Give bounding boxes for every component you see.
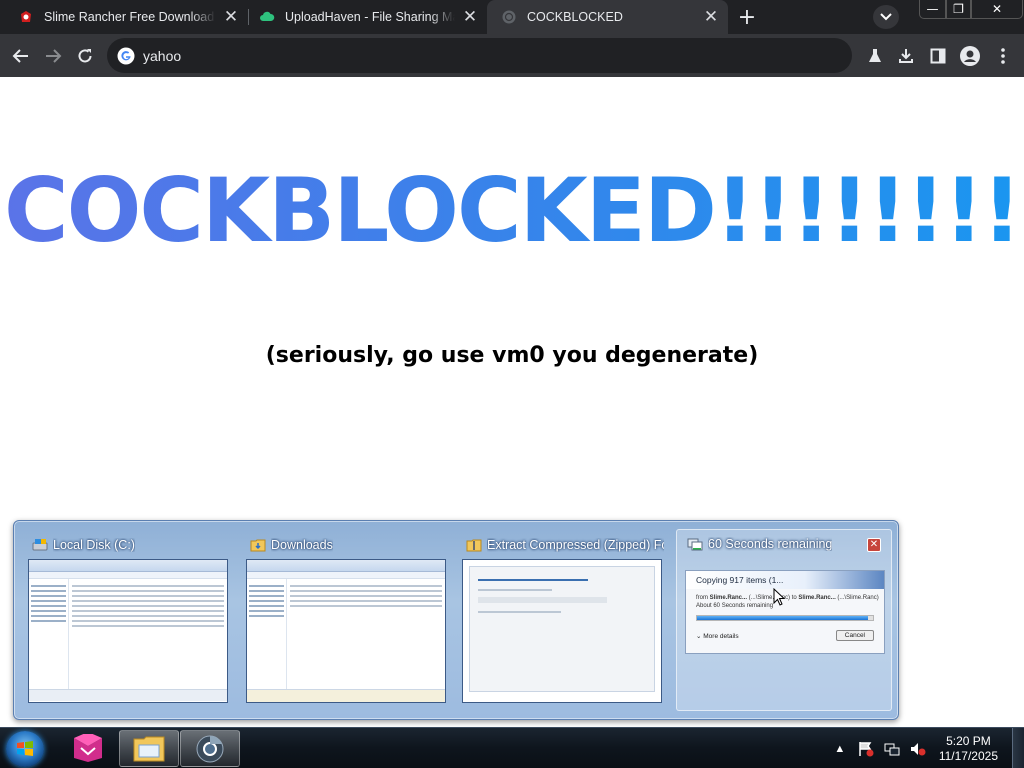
tab-title: COCKBLOCKED: [527, 10, 623, 24]
mouse-cursor-icon: [773, 588, 785, 606]
volume-muted-icon[interactable]: [909, 740, 927, 758]
reload-icon[interactable]: [72, 43, 98, 69]
thumbnail-header: Extract Compressed (Zipped) Fo...: [462, 531, 664, 559]
tab-title: UploadHaven - File Sharing Made: [285, 10, 455, 24]
browser-toolbar: yahoo: [0, 34, 1024, 77]
thumbnail-title: Local Disk (C:): [53, 538, 135, 552]
extract-wizard-preview: [462, 559, 662, 703]
copy-remaining: About 60 Seconds remaining: [696, 603, 774, 609]
copy-dialog-preview: Copying 917 items (1... from Slime.Ranc.…: [685, 570, 885, 654]
tab-title: Slime Rancher Free Download (v: [44, 10, 216, 24]
blocked-headline: COCKBLOCKED!!!!!!!!: [0, 159, 1024, 262]
tab-close-icon[interactable]: ✕: [461, 7, 479, 26]
globe-icon: [502, 10, 516, 24]
thumbnail-close-icon[interactable]: ✕: [867, 538, 881, 552]
action-center-flag-icon[interactable]: [857, 740, 875, 758]
cancel-button[interactable]: Cancel: [835, 630, 874, 641]
labs-flask-icon[interactable]: [862, 43, 888, 69]
copy-progress-fill: [697, 616, 868, 620]
show-hidden-icons-arrow-icon[interactable]: ▲: [831, 740, 849, 758]
drive-icon: [32, 539, 48, 551]
copy-heading: Copying 917 items (1...: [686, 571, 884, 589]
side-panel-icon[interactable]: [925, 43, 951, 69]
tab-slime-rancher[interactable]: Slime Rancher Free Download (v ✕: [4, 0, 248, 34]
network-icon[interactable]: [883, 740, 901, 758]
copy-progress-icon: [687, 538, 703, 551]
minimize-icon[interactable]: —: [919, 0, 946, 19]
copy-from-line: from Slime.Ranc... (...\Slime.Ranc) to S…: [696, 595, 879, 601]
window-controls: — ❐ ✕: [919, 0, 1023, 19]
taskbar-thumbnail-popup: Local Disk (C:) Downloads Extract Compre…: [13, 520, 899, 720]
address-bar[interactable]: yahoo: [107, 38, 852, 73]
more-menu-icon[interactable]: [990, 43, 1016, 69]
green-cloud-icon: [260, 11, 275, 21]
tab-search-chevron-icon[interactable]: [873, 5, 899, 29]
more-details-toggle[interactable]: ⌄ More details: [696, 632, 739, 640]
back-arrow-icon[interactable]: [8, 43, 34, 69]
thumbnail-copy-progress[interactable]: 60 Seconds remaining ✕ Copying 917 items…: [676, 529, 892, 711]
google-g-icon: [117, 47, 135, 64]
explorer-preview: [246, 559, 446, 703]
thumbnail-title: Downloads: [271, 538, 333, 552]
thumbnail-header: 60 Seconds remaining: [683, 530, 885, 558]
new-tab-plus-icon[interactable]: +: [734, 5, 760, 30]
zip-folder-icon: [466, 539, 482, 552]
download-icon[interactable]: [893, 43, 919, 69]
thumbnail-header: Local Disk (C:): [28, 531, 230, 559]
thumbnail-title: 60 Seconds remaining: [708, 537, 833, 551]
clock-date: 11/17/2025: [938, 748, 998, 763]
thumbnail-downloads[interactable]: Downloads: [246, 531, 448, 707]
system-clock[interactable]: 5:20 PM 11/17/2025: [939, 734, 998, 764]
close-window-icon[interactable]: ✕: [971, 0, 1023, 19]
tab-uploadhaven[interactable]: UploadHaven - File Sharing Made ✕: [245, 0, 487, 34]
blocked-subline: (seriously, go use vm0 you degenerate): [265, 343, 759, 368]
windows-taskbar: ▲ 5:20 PM 11/17/2025: [0, 727, 1024, 768]
start-button-windows-icon[interactable]: [6, 731, 44, 767]
clock-time: 5:20 PM: [946, 733, 991, 748]
taskbar-chrome-icon[interactable]: [180, 730, 240, 767]
thumbnail-local-disk[interactable]: Local Disk (C:): [28, 531, 230, 707]
explorer-preview: [28, 559, 228, 703]
downloads-folder-icon: [250, 539, 266, 552]
copy-progress-bar: [696, 615, 874, 621]
thumbnail-title: Extract Compressed (Zipped) Fo...: [487, 538, 664, 552]
tab-close-icon[interactable]: ✕: [222, 7, 240, 26]
thumbnail-header: Downloads: [246, 531, 448, 559]
tab-cockblocked[interactable]: COCKBLOCKED ✕: [487, 0, 728, 34]
address-text: yahoo: [143, 47, 182, 64]
thumbnail-extract[interactable]: Extract Compressed (Zipped) Fo...: [462, 531, 664, 707]
profile-avatar-icon[interactable]: [957, 43, 983, 69]
forward-arrow-icon[interactable]: [40, 43, 66, 69]
taskbar-explorer-icon[interactable]: [119, 730, 179, 767]
show-desktop-button[interactable]: [1012, 728, 1024, 768]
browser-tab-strip: Slime Rancher Free Download (v ✕ UploadH…: [0, 0, 1024, 34]
restore-icon[interactable]: ❐: [946, 0, 971, 19]
system-tray: ▲ 5:20 PM 11/17/2025: [827, 728, 998, 768]
tab-close-icon[interactable]: ✕: [702, 7, 720, 26]
taskbar-app-pink-icon[interactable]: [58, 730, 118, 767]
red-igg-icon: [21, 11, 31, 22]
